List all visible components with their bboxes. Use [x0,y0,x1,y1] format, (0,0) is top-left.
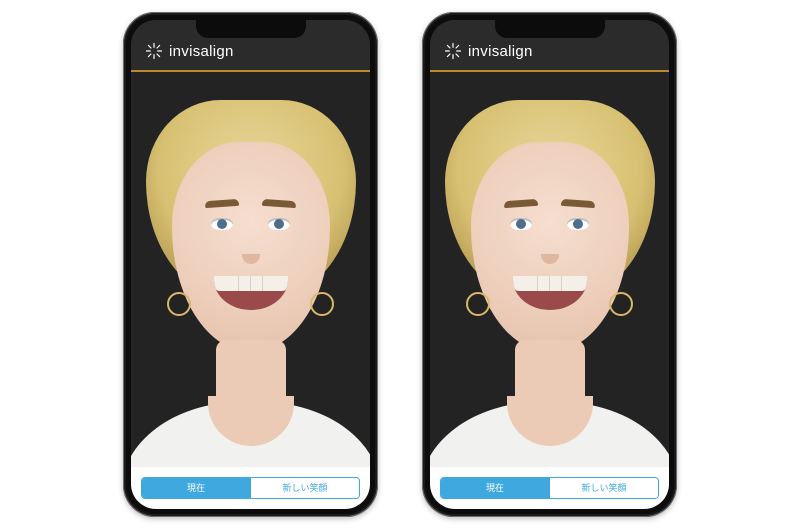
brand-logo: invisalign [145,42,234,60]
smile-photo [131,72,370,467]
segment-current-button[interactable]: 現在 [441,478,549,498]
segment-new-smile-button[interactable]: 新しい笑顔 [549,478,658,498]
segment-current-button[interactable]: 現在 [142,478,250,498]
device-notch [196,20,306,38]
segment-new-smile-button[interactable]: 新しい笑顔 [250,478,359,498]
star-burst-icon [145,42,163,60]
before-after-segmented-control: 現在 新しい笑顔 [141,477,360,499]
brand-logo: invisalign [444,42,533,60]
device-notch [495,20,605,38]
smile-photo [430,72,669,467]
bottom-toolbar: 現在 新しい笑顔 [131,467,370,509]
before-after-segmented-control: 現在 新しい笑顔 [440,477,659,499]
bottom-toolbar: 現在 新しい笑顔 [430,467,669,509]
phone-screen: invisalign 現在 新しい笑顔 [131,20,370,509]
brand-name: invisalign [169,43,234,60]
star-burst-icon [444,42,462,60]
phone-mockup-right: invisalign 現在 新しい笑顔 [422,12,677,517]
phone-mockup-left: invisalign 現在 新しい笑顔 [123,12,378,517]
brand-name: invisalign [468,43,533,60]
phone-screen: invisalign 現在 新しい笑顔 [430,20,669,509]
